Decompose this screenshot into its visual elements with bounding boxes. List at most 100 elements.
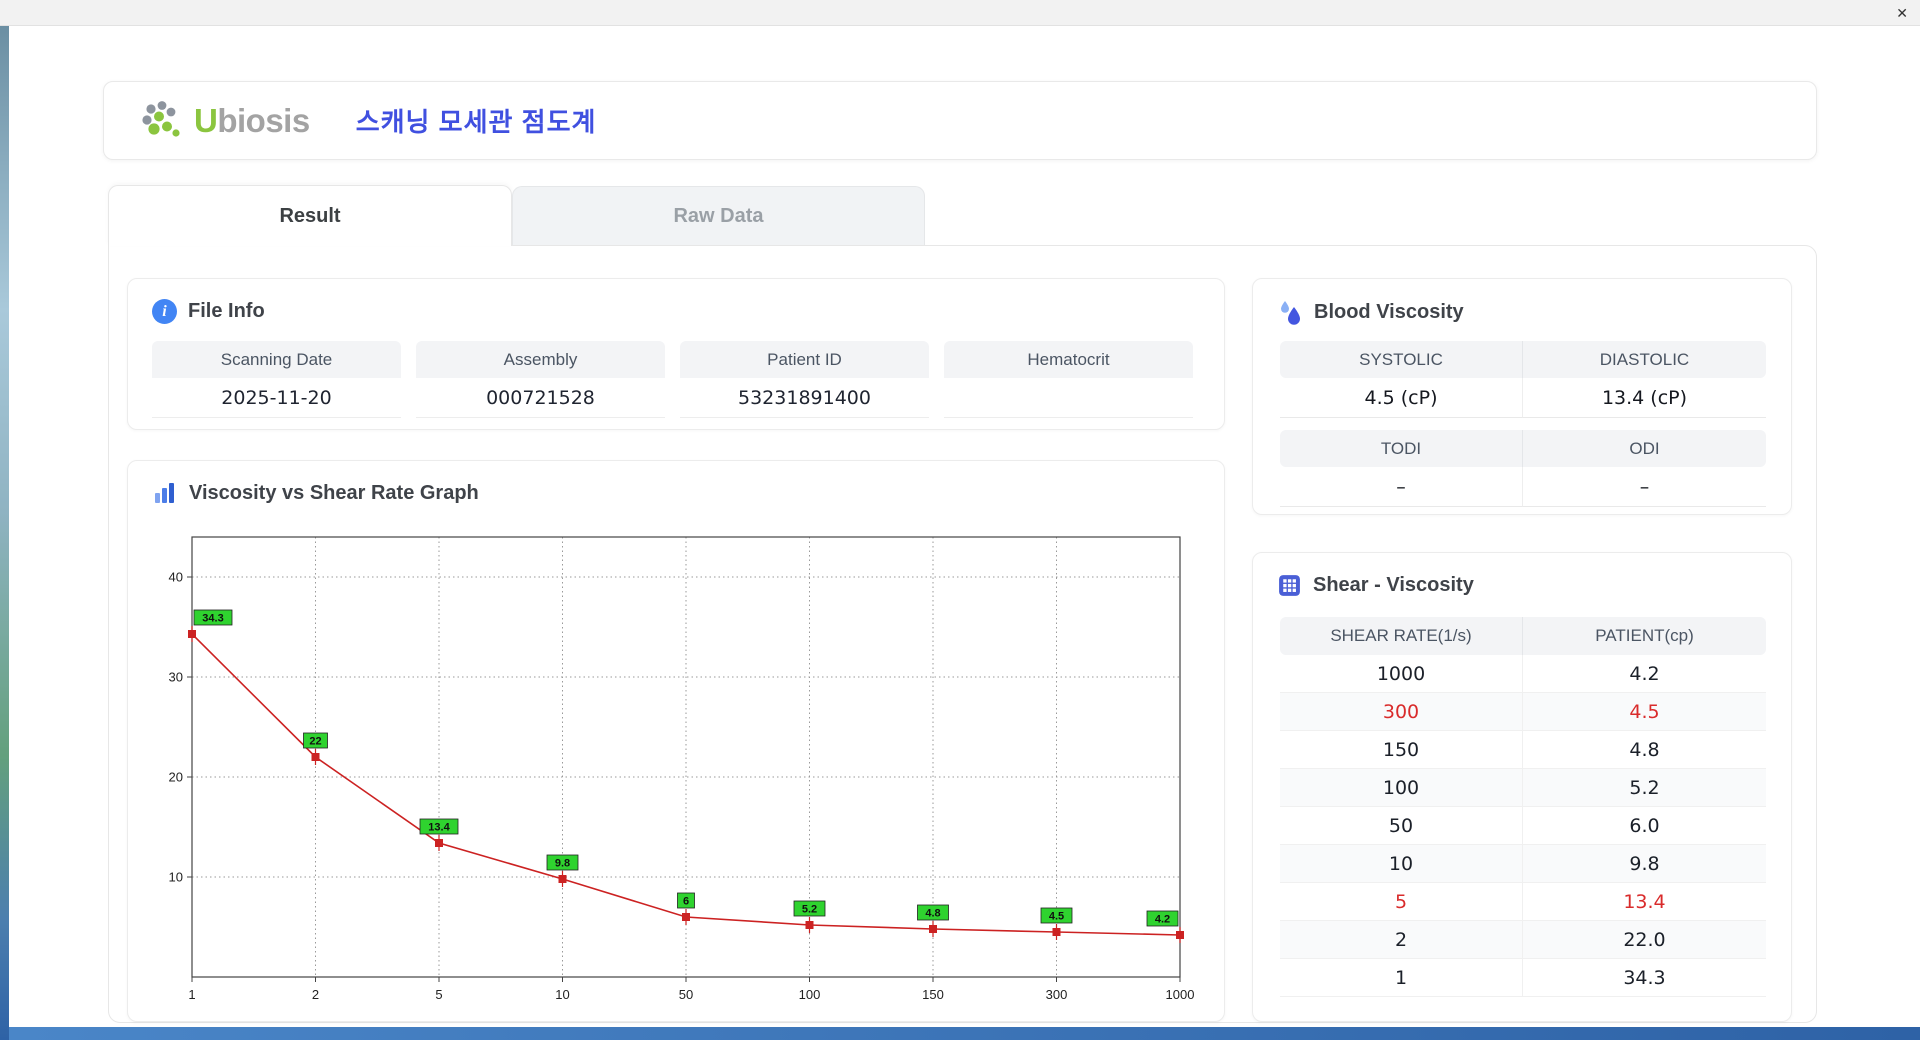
- sv-cell-patient: 4.2: [1523, 655, 1766, 693]
- shear-viscosity-row: 1000 4.2: [1280, 655, 1766, 693]
- window-close-button[interactable]: ✕: [1896, 4, 1908, 22]
- shear-viscosity-row: 10 9.8: [1280, 845, 1766, 883]
- bv-value-diastolic: 13.4 (cP): [1523, 378, 1766, 418]
- shear-viscosity-card: Shear - Viscosity SHEAR RATE(1/s) PATIEN…: [1252, 552, 1792, 1022]
- svg-text:5: 5: [435, 987, 442, 1002]
- bv-header-row-2: TODI ODI: [1280, 430, 1766, 467]
- ubiosis-logo: Ubiosis: [140, 100, 310, 142]
- bv-value-row-2: – –: [1280, 467, 1766, 507]
- desktop-background-bottom: [9, 1027, 1920, 1040]
- shear-viscosity-row: 5 13.4: [1280, 883, 1766, 921]
- shear-viscosity-row: 2 22.0: [1280, 921, 1766, 959]
- field-label: Patient ID: [680, 341, 929, 378]
- svg-text:34.3: 34.3: [202, 613, 223, 625]
- sv-cell-patient: 4.8: [1523, 731, 1766, 769]
- sv-cell-shear-rate: 150: [1280, 731, 1523, 769]
- logo-dots-icon: [142, 100, 180, 137]
- bv-value-odi: –: [1523, 467, 1766, 507]
- sv-cell-patient: 5.2: [1523, 769, 1766, 807]
- field-value: 2025-11-20: [152, 378, 401, 418]
- svg-text:2: 2: [312, 987, 319, 1002]
- blood-viscosity-table: SYSTOLIC DIASTOLIC 4.5 (cP) 13.4 (cP) TO…: [1280, 341, 1766, 507]
- svg-text:5.2: 5.2: [802, 904, 817, 916]
- svg-text:6: 6: [683, 896, 689, 908]
- logo-text: Ubiosis: [194, 101, 310, 139]
- sv-cell-shear-rate: 100: [1280, 769, 1523, 807]
- desktop-background-left: [0, 26, 9, 1040]
- sv-cell-shear-rate: 2: [1280, 921, 1523, 959]
- field-value: 000721528: [416, 378, 665, 418]
- svg-text:10: 10: [555, 987, 569, 1002]
- field-value: [944, 378, 1193, 418]
- svg-text:20: 20: [169, 770, 183, 785]
- svg-text:150: 150: [922, 987, 944, 1002]
- field-label: Hematocrit: [944, 341, 1193, 378]
- shear-viscosity-row: 150 4.8: [1280, 731, 1766, 769]
- svg-text:9.8: 9.8: [555, 858, 570, 870]
- shear-viscosity-row: 300 4.5: [1280, 693, 1766, 731]
- sv-header-shear-rate: SHEAR RATE(1/s): [1280, 617, 1523, 655]
- field-value: 53231891400: [680, 378, 929, 418]
- blood-viscosity-card: Blood Viscosity SYSTOLIC DIASTOLIC 4.5 (…: [1252, 278, 1792, 515]
- sv-cell-patient: 6.0: [1523, 807, 1766, 845]
- file-info-title: File Info: [188, 300, 265, 322]
- shear-viscosity-row: 50 6.0: [1280, 807, 1766, 845]
- svg-text:1000: 1000: [1166, 987, 1195, 1002]
- svg-text:10: 10: [169, 870, 183, 885]
- field-label: Scanning Date: [152, 341, 401, 378]
- file-info-field: Patient ID 53231891400: [680, 341, 929, 418]
- svg-text:4.5: 4.5: [1049, 911, 1064, 923]
- file-info-field: Hematocrit: [944, 341, 1193, 418]
- bv-header-todi: TODI: [1280, 430, 1523, 467]
- file-info-fields: Scanning Date 2025-11-20 Assembly 000721528…: [152, 341, 1193, 418]
- shear-viscosity-table: SHEAR RATE(1/s) PATIENT(cp) 1000 4.2 300 4.…: [1280, 617, 1766, 997]
- shear-viscosity-title: Shear - Viscosity: [1313, 574, 1474, 596]
- svg-text:22: 22: [309, 736, 321, 748]
- blood-viscosity-title: Blood Viscosity: [1314, 300, 1464, 323]
- sv-cell-shear-rate: 300: [1280, 693, 1523, 731]
- sv-cell-shear-rate: 10: [1280, 845, 1523, 883]
- bv-header-systolic: SYSTOLIC: [1280, 341, 1523, 378]
- sv-header-row: SHEAR RATE(1/s) PATIENT(cp): [1280, 617, 1766, 655]
- sv-cell-patient: 13.4: [1523, 883, 1766, 921]
- file-info-field: Assembly 000721528: [416, 341, 665, 418]
- svg-text:100: 100: [799, 987, 821, 1002]
- calculator-icon: [1279, 575, 1300, 596]
- svg-text:40: 40: [169, 570, 183, 585]
- field-label: Assembly: [416, 341, 665, 378]
- main-panel: i File Info Scanning Date 2025-11-20 Assem…: [108, 245, 1817, 1023]
- svg-text:1: 1: [188, 987, 195, 1002]
- sv-cell-patient: 22.0: [1523, 921, 1766, 959]
- bv-value-systolic: 4.5 (cP): [1280, 378, 1523, 418]
- svg-text:300: 300: [1046, 987, 1068, 1002]
- sv-cell-patient: 4.5: [1523, 693, 1766, 731]
- info-icon: i: [152, 299, 177, 324]
- sv-cell-shear-rate: 5: [1280, 883, 1523, 921]
- file-info-field: Scanning Date 2025-11-20: [152, 341, 401, 418]
- sv-cell-patient: 9.8: [1523, 845, 1766, 883]
- window-titlebar: ✕: [0, 0, 1920, 26]
- svg-text:50: 50: [679, 987, 693, 1002]
- app-header: Ubiosis 스캐닝 모세관 점도계: [103, 81, 1817, 160]
- sv-cell-patient: 34.3: [1523, 959, 1766, 997]
- sv-cell-shear-rate: 1000: [1280, 655, 1523, 693]
- svg-text:4.2: 4.2: [1155, 914, 1170, 926]
- app-title: 스캐닝 모세관 점도계: [355, 107, 597, 137]
- graph-title: Viscosity vs Shear Rate Graph: [189, 481, 479, 504]
- file-info-card: i File Info Scanning Date 2025-11-20 Assem…: [127, 278, 1225, 430]
- svg-text:30: 30: [169, 670, 183, 685]
- bv-value-todi: –: [1280, 467, 1523, 507]
- droplets-icon: [1281, 301, 1300, 325]
- bv-header-odi: ODI: [1523, 430, 1766, 467]
- graph-card: Viscosity vs Shear Rate Graph 10 20 30 40 1 2…: [127, 460, 1225, 1022]
- tab-raw-data[interactable]: Raw Data: [512, 186, 925, 245]
- shear-viscosity-row: 1 34.3: [1280, 959, 1766, 997]
- sv-header-patient: PATIENT(cp): [1523, 617, 1766, 655]
- svg-text:13.4: 13.4: [428, 822, 450, 834]
- bar-chart-icon: [155, 483, 174, 503]
- viscosity-shear-rate-chart: 10 20 30 40 1 2 5 10 50 100 150 300 1000 34.3 22 13.4 9.…: [169, 536, 1195, 1002]
- sv-cell-shear-rate: 50: [1280, 807, 1523, 845]
- bv-header-diastolic: DIASTOLIC: [1523, 341, 1766, 378]
- tab-result[interactable]: Result: [108, 185, 512, 246]
- bv-value-row-1: 4.5 (cP) 13.4 (cP): [1280, 378, 1766, 418]
